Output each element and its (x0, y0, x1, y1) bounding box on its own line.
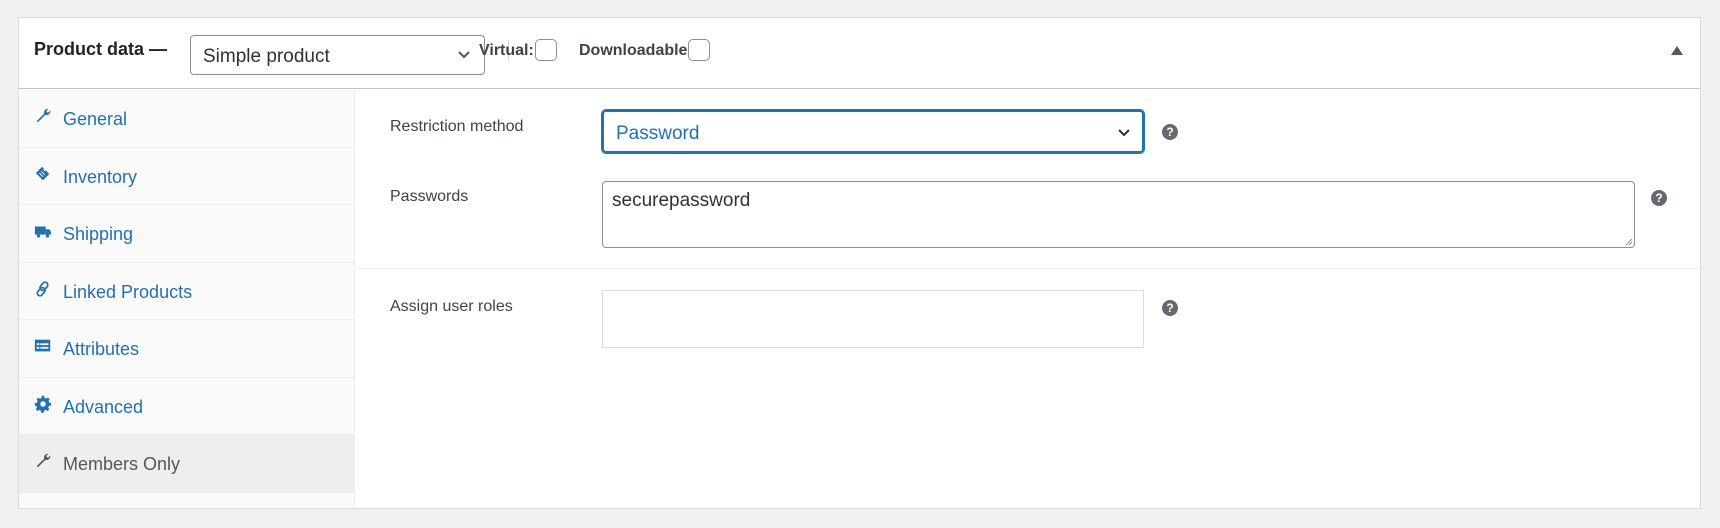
restriction-method-value: Password (616, 123, 700, 144)
list-card-icon (34, 339, 51, 352)
chevron-down-icon (1118, 129, 1130, 137)
passwords-textarea[interactable]: securepassword (602, 181, 1635, 248)
passwords-value: securepassword (612, 190, 751, 211)
product-type-value: Simple product (203, 46, 330, 67)
tab-linked-products[interactable]: Linked Products (19, 263, 354, 320)
downloadable-checkbox[interactable] (688, 39, 710, 61)
triangle-up-icon[interactable] (1671, 46, 1683, 55)
tab-advanced[interactable]: Advanced (19, 378, 354, 435)
tab-label: Inventory (63, 166, 138, 187)
virtual-label: Virtual: (479, 42, 534, 59)
members-only-panel: Restriction method Password ? Passwords … (356, 90, 1700, 508)
tab-label: Linked Products (63, 281, 193, 302)
panel-title: Product data — (34, 39, 168, 59)
user-roles-label: Assign user roles (390, 298, 513, 315)
truck-icon (34, 226, 52, 238)
tab-label: General (63, 109, 128, 129)
restriction-method-label: Restriction method (390, 118, 524, 135)
wrench-icon (36, 108, 51, 123)
tab-attributes[interactable]: Attributes (19, 320, 354, 378)
panel-header: Product data — Simple product Virtual: D… (19, 18, 1700, 89)
chevron-down-icon (458, 51, 470, 59)
clipboard-tag-icon (35, 166, 50, 180)
tab-shipping[interactable]: Shipping (19, 205, 354, 263)
product-data-panel: Product data — Simple product Virtual: D… (18, 17, 1701, 509)
tab-general[interactable]: General (19, 90, 354, 148)
passwords-label: Passwords (390, 188, 469, 205)
product-type-select[interactable]: Simple product (190, 35, 485, 75)
user-roles-input[interactable] (602, 290, 1144, 348)
wrench-icon (36, 453, 51, 468)
tab-members-only[interactable]: Members Only (19, 435, 354, 493)
tab-label: Advanced (63, 396, 144, 417)
downloadable-label: Downloadable: (579, 42, 693, 59)
help-icon[interactable]: ? (1162, 124, 1178, 140)
tab-label: Attributes (63, 339, 140, 359)
help-icon[interactable]: ? (1651, 190, 1667, 206)
product-data-tabs: General Inventory Shipping Linked Produc… (19, 90, 355, 508)
virtual-checkbox[interactable] (535, 39, 557, 61)
tab-inventory[interactable]: Inventory (19, 148, 354, 205)
section-divider (356, 268, 1700, 269)
tab-label: Shipping (63, 224, 134, 244)
restriction-method-select[interactable]: Password (602, 110, 1144, 153)
tab-label: Members Only (63, 454, 181, 474)
link-icon (36, 280, 49, 297)
resize-handle-icon[interactable] (1625, 238, 1633, 246)
gear-icon (34, 395, 52, 413)
help-icon[interactable]: ? (1162, 300, 1178, 316)
